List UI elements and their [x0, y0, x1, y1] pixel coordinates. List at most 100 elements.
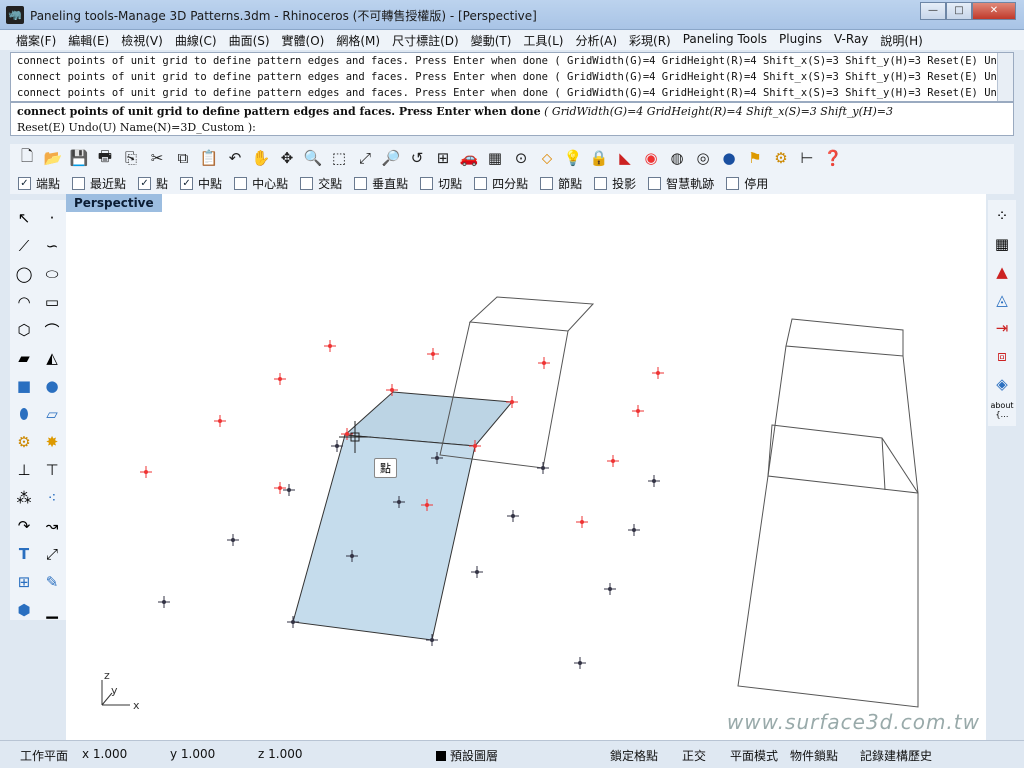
light-icon[interactable]: 💡 — [562, 147, 584, 169]
four-views-icon[interactable]: ⊞ — [432, 147, 454, 169]
help-icon[interactable]: ❓ — [822, 147, 844, 169]
mesh-sphere-icon[interactable]: ◎ — [692, 147, 714, 169]
color-wheel-icon[interactable]: ◉ — [640, 147, 662, 169]
grid-point-red[interactable] — [140, 466, 152, 478]
grid-point-red[interactable] — [632, 405, 644, 417]
status-snap-toggle[interactable]: 鎖定格點 — [610, 747, 658, 764]
cut-icon[interactable]: ✂ — [146, 147, 168, 169]
status-ortho-toggle[interactable]: 正交 — [682, 747, 706, 764]
pattern-icon[interactable]: ◬ — [990, 288, 1014, 312]
diamond-panel-icon[interactable]: ◈ — [990, 372, 1014, 396]
grid-point-red[interactable] — [427, 348, 439, 360]
solid-tool-icon[interactable]: ⬢ — [12, 598, 36, 622]
new-icon[interactable]: 🗋 — [16, 147, 38, 169]
status-cplane[interactable]: 工作平面 — [20, 747, 68, 764]
move-icon[interactable]: ⬦ — [536, 147, 558, 169]
point-tool-icon[interactable]: · — [40, 206, 64, 230]
loft-icon[interactable]: ◭ — [40, 346, 64, 370]
prompt-options[interactable]: ( GridWidth(G)=4 GridHeight(R)=4 Shift_x… — [544, 105, 893, 118]
viewport-scene[interactable]: zy x — [66, 194, 986, 740]
grid-point-dark[interactable] — [537, 462, 549, 474]
render-sphere-icon[interactable]: ● — [718, 147, 740, 169]
osnap-item[interactable]: 四分點 — [474, 175, 528, 192]
menu-tools[interactable]: 工具(L) — [517, 30, 569, 50]
menu-help[interactable]: 說明(H) — [874, 30, 928, 50]
zoom-dynamic-icon[interactable]: 🔍 — [302, 147, 324, 169]
osnap-checkbox[interactable]: ✓ — [18, 176, 31, 190]
osnap-item[interactable]: 最近點 — [72, 175, 126, 192]
osnap-checkbox[interactable] — [594, 176, 608, 190]
import-icon[interactable]: ⎘ — [120, 147, 142, 169]
menu-solid[interactable]: 實體(O) — [276, 30, 331, 50]
history-scrollbar[interactable] — [997, 53, 1013, 101]
trim-icon[interactable]: ⊥ — [12, 458, 36, 482]
polyline-icon[interactable]: ⟋ — [12, 234, 36, 258]
surface-icon[interactable]: ▰ — [12, 346, 36, 370]
wireframe-icon[interactable]: ◍ — [666, 147, 688, 169]
osnap-checkbox[interactable] — [234, 176, 248, 190]
open-icon[interactable]: 📂 — [42, 147, 64, 169]
menu-file[interactable]: 檔案(F) — [10, 30, 62, 50]
pan-icon[interactable]: ✋ — [250, 147, 272, 169]
zoom-window-icon[interactable]: ⬚ — [328, 147, 350, 169]
menu-surface[interactable]: 曲面(S) — [223, 30, 276, 50]
menu-dimension[interactable]: 尺寸標註(D) — [386, 30, 465, 50]
grid-point-red[interactable] — [274, 482, 286, 494]
dimension-icon[interactable]: ⊢ — [796, 147, 818, 169]
menu-vray[interactable]: V-Ray — [828, 30, 874, 50]
osnap-checkbox[interactable] — [420, 176, 434, 190]
fillet-icon[interactable]: ⌒ — [40, 318, 64, 342]
grid-point-dark[interactable] — [283, 484, 295, 496]
gear-icon[interactable]: ⚙ — [770, 147, 792, 169]
array-icon[interactable]: ⊞ — [12, 570, 36, 594]
scale-icon[interactable]: ⤢ — [40, 542, 64, 566]
car-icon[interactable]: 🚗 — [458, 147, 480, 169]
minimize-button[interactable]: — — [920, 2, 946, 20]
osnap-item[interactable]: 停用 — [726, 175, 768, 192]
command-history[interactable]: connect points of unit grid to define pa… — [10, 52, 1014, 102]
status-layer[interactable]: 預設圖層 — [436, 747, 498, 764]
grid-point-red[interactable] — [274, 373, 286, 385]
prompt-options-line2[interactable]: Reset(E) Undo(U) Name(N)=3D_Custom ): — [17, 120, 1007, 136]
gear-tool-icon[interactable]: ⚙ — [12, 430, 36, 454]
cylinder-icon[interactable]: ⬮ — [12, 402, 36, 426]
layer-icon[interactable]: ◣ — [614, 147, 636, 169]
grid-point-red[interactable] — [324, 340, 336, 352]
maximize-button[interactable]: □ — [946, 2, 972, 20]
grid-point-red[interactable] — [538, 357, 550, 369]
ruler-icon[interactable]: ▁ — [40, 598, 64, 622]
menu-render[interactable]: 彩現(R) — [623, 30, 677, 50]
menu-plugins[interactable]: Plugins — [773, 30, 828, 50]
osnap-item[interactable]: 垂直點 — [354, 175, 408, 192]
grid-point-dark[interactable] — [471, 566, 483, 578]
copy-icon[interactable]: ⧉ — [172, 147, 194, 169]
triangle-warning-icon[interactable]: ▲ — [990, 260, 1014, 284]
mesh-plane-icon[interactable]: ▱ — [40, 402, 64, 426]
grid-point-dark[interactable] — [158, 596, 170, 608]
osnap-item[interactable]: 交點 — [300, 175, 342, 192]
rotate-view-icon[interactable]: ✥ — [276, 147, 298, 169]
menu-view[interactable]: 檢視(V) — [115, 30, 169, 50]
menu-curve[interactable]: 曲線(C) — [169, 30, 223, 50]
close-button[interactable]: ✕ — [972, 2, 1016, 20]
select-arrow-icon[interactable]: ↖ — [12, 206, 36, 230]
osnap-checkbox[interactable] — [300, 176, 314, 190]
rhino-app-icon[interactable]: 🦏 — [6, 6, 24, 24]
zoom-selected-icon[interactable]: 🔎 — [380, 147, 402, 169]
grid-point-red[interactable] — [214, 415, 226, 427]
leader-icon[interactable]: ↝ — [40, 514, 64, 538]
osnap-checkbox[interactable] — [72, 176, 86, 190]
osnap-item[interactable]: ✓ 點 — [138, 175, 168, 192]
grid-point-dark[interactable] — [628, 524, 640, 536]
circle-icon[interactable]: ◯ — [12, 262, 36, 286]
grid-point-dark[interactable] — [227, 534, 239, 546]
save-icon[interactable]: 💾 — [68, 147, 90, 169]
osnap-item[interactable]: 智慧軌跡 — [648, 175, 714, 192]
command-prompt[interactable]: connect points of unit grid to define pa… — [10, 102, 1014, 136]
viewport-title-tab[interactable]: Perspective — [66, 194, 162, 212]
osnap-checkbox[interactable] — [648, 176, 662, 190]
edit-icon[interactable]: ✎ — [40, 570, 64, 594]
menu-analyze[interactable]: 分析(A) — [569, 30, 623, 50]
menu-edit[interactable]: 編輯(E) — [62, 30, 115, 50]
group-icon[interactable]: ⁂ — [12, 486, 36, 510]
